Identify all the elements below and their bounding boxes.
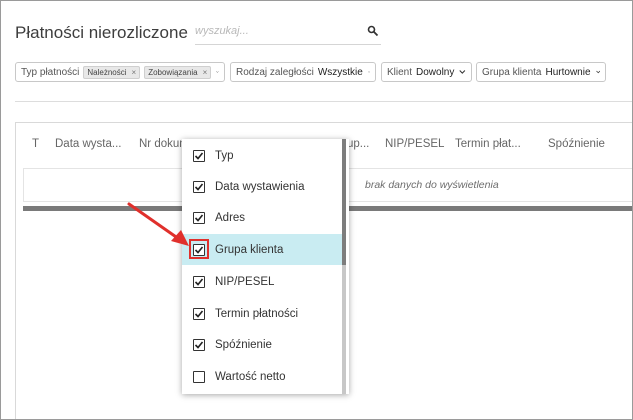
- remove-tag-icon[interactable]: ×: [132, 68, 137, 77]
- arrears-type-value: Wszystkie: [317, 66, 363, 78]
- column-header-type[interactable]: T: [32, 138, 39, 150]
- chevron-down-icon[interactable]: [367, 69, 370, 75]
- payment-type-tag: Zobowiązania ×: [144, 65, 212, 79]
- menu-item-client-group[interactable]: Grupa klienta: [182, 234, 342, 265]
- divider: [15, 101, 632, 102]
- page-title: Płatności nierozliczone: [15, 23, 188, 42]
- checkbox[interactable]: [193, 243, 205, 256]
- menu-item-label: Termin płatności: [215, 307, 299, 320]
- column-header-delay[interactable]: Spóźnienie: [548, 138, 605, 150]
- chevron-down-icon[interactable]: [216, 69, 219, 75]
- column-header-issue-date[interactable]: Data wysta...: [55, 138, 121, 150]
- chevron-down-icon[interactable]: [595, 69, 600, 75]
- menu-item-label: Data wystawienia: [215, 180, 305, 193]
- menu-item-label: Typ: [215, 149, 234, 162]
- chevron-down-icon[interactable]: [459, 69, 466, 75]
- client-group-label: Grupa klienta: [482, 66, 542, 78]
- checkbox[interactable]: [193, 211, 205, 224]
- payment-type-tag: Należności ×: [83, 65, 141, 79]
- client-group-value: Hurtownie: [545, 66, 591, 78]
- search-input[interactable]: [195, 25, 355, 37]
- checkbox[interactable]: [193, 338, 205, 351]
- column-chooser-menu: Typ Data wystawienia Adres Grupa klienta…: [182, 139, 349, 394]
- client-filter[interactable]: Klient Dowolny: [381, 62, 472, 82]
- search-box[interactable]: [195, 23, 381, 45]
- column-header-payment-due[interactable]: Termin płat...: [455, 138, 521, 150]
- menu-item-nip-pesel[interactable]: NIP/PESEL: [182, 266, 342, 297]
- menu-item-label: Adres: [215, 211, 246, 224]
- menu-item-label: Spóźnienie: [215, 338, 272, 351]
- menu-item-address[interactable]: Adres: [182, 202, 342, 233]
- menu-item-type[interactable]: Typ: [182, 140, 342, 171]
- checkbox[interactable]: [193, 370, 205, 383]
- menu-item-delay[interactable]: Spóźnienie: [182, 329, 342, 360]
- checkbox[interactable]: [193, 149, 205, 162]
- remove-tag-icon[interactable]: ×: [203, 68, 208, 77]
- checkbox[interactable]: [193, 180, 205, 193]
- payment-type-filter[interactable]: Typ płatności Należności × Zobowiązania ×: [15, 62, 225, 82]
- checkbox[interactable]: [193, 275, 205, 288]
- column-header-nip-pesel[interactable]: NIP/PESEL: [385, 138, 444, 150]
- payment-type-label: Typ płatności: [21, 66, 80, 78]
- column-header-client-group[interactable]: up...: [347, 138, 373, 150]
- empty-message: brak danych do wyświetlenia: [365, 179, 499, 191]
- column-header-doc-number[interactable]: Nr dokum: [139, 138, 183, 150]
- menu-item-issue-date[interactable]: Data wystawienia: [182, 171, 342, 202]
- search-icon[interactable]: [367, 25, 379, 37]
- client-label: Klient: [387, 66, 413, 78]
- arrears-type-label: Rodzaj zaległości: [236, 66, 314, 78]
- app-window: Płatności nierozliczone Typ płatności Na…: [0, 0, 633, 420]
- menu-item-net-value[interactable]: Wartość netto: [182, 361, 342, 392]
- checkbox[interactable]: [193, 307, 205, 320]
- menu-item-label: Wartość netto: [215, 370, 286, 383]
- client-value: Dowolny: [416, 66, 455, 78]
- menu-scrollbar-thumb[interactable]: [342, 139, 346, 265]
- menu-item-payment-due[interactable]: Termin płatności: [182, 298, 342, 329]
- arrears-type-filter[interactable]: Rodzaj zaległości Wszystkie: [230, 62, 376, 82]
- client-group-filter[interactable]: Grupa klienta Hurtownie: [476, 62, 606, 82]
- menu-item-label: NIP/PESEL: [215, 275, 275, 288]
- menu-item-label: Grupa klienta: [215, 243, 284, 256]
